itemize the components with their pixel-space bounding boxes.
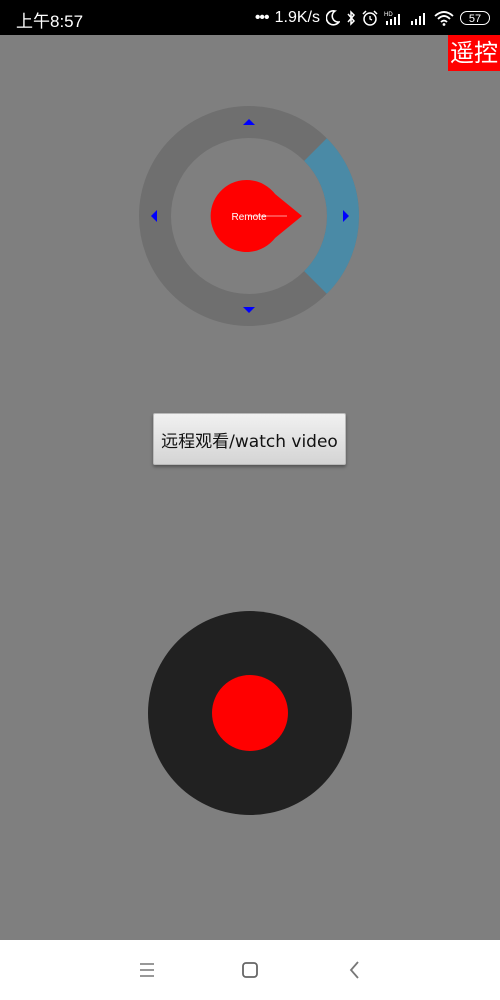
alarm-icon [362, 10, 378, 26]
navigation-bar [0, 940, 500, 1000]
direction-wheel[interactable]: Remote [139, 106, 359, 326]
battery-level: 57 [468, 13, 482, 25]
signal-icon [411, 13, 425, 25]
watch-video-button[interactable]: 远程观看/watch video [153, 413, 346, 465]
remote-mode-button[interactable]: 遥控 [448, 35, 500, 71]
remote-label: Remote [231, 212, 266, 223]
status-bar: 上午8:57 ••• 1.9K/s HD 57 [0, 0, 500, 35]
bluetooth-icon [347, 10, 356, 26]
svg-text:HD: HD [384, 12, 393, 18]
wifi-icon [434, 11, 454, 26]
battery-icon: 57 [460, 11, 490, 25]
back-icon[interactable] [343, 958, 367, 982]
status-icons: ••• 1.9K/s HD 57 [255, 6, 490, 30]
signal-hd-icon: HD [384, 12, 400, 25]
joystick[interactable] [148, 611, 352, 815]
moon-icon [326, 10, 340, 26]
dots-icon: ••• [254, 9, 270, 26]
joystick-knob[interactable] [212, 675, 288, 751]
status-time: 上午8:57 [16, 12, 84, 31]
home-icon[interactable] [238, 958, 262, 982]
net-speed: 1.9K/s [274, 9, 320, 26]
wheel-right-highlight[interactable] [303, 138, 359, 294]
menu-icon[interactable] [135, 958, 159, 982]
